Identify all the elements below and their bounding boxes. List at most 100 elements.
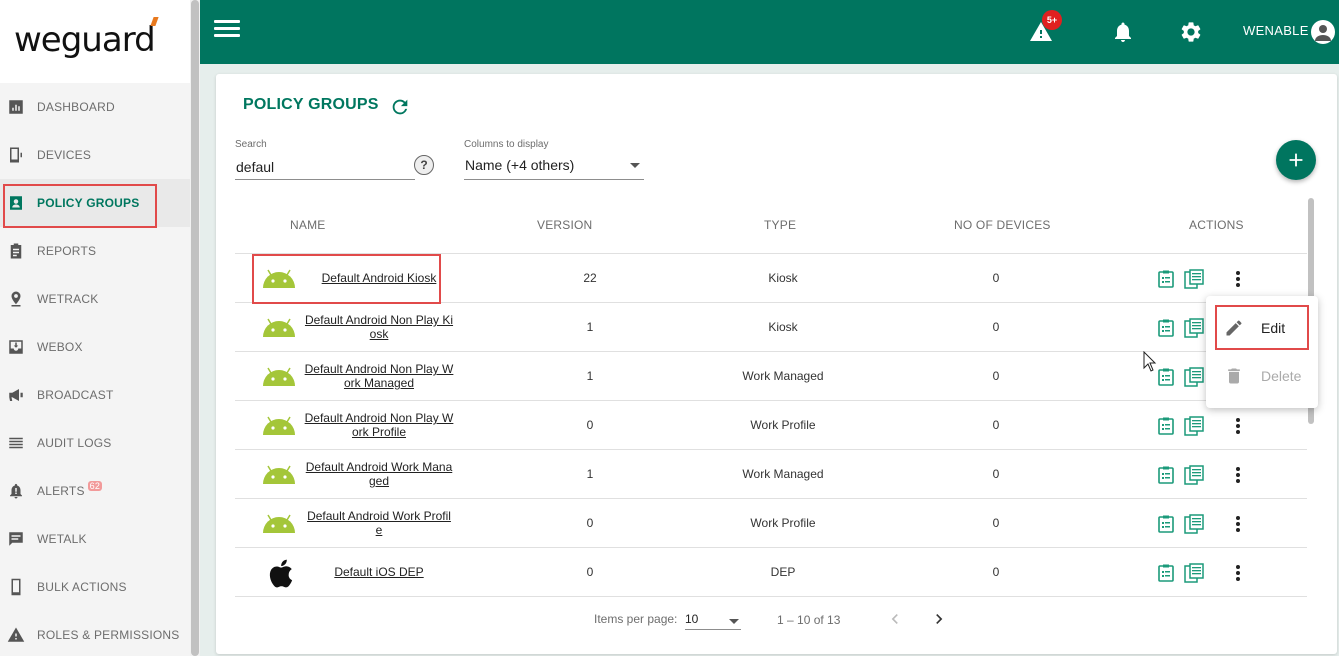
version-cell: 0 [586,565,594,579]
copy-documents-icon[interactable] [1184,465,1204,485]
phone-icon [6,577,26,597]
policy-name-link[interactable]: Default Android Non Play Work Profile [304,401,454,449]
sidebar-item-label: WEBOX [37,340,83,354]
sidebar-item-wetrack[interactable]: WETRACK [0,275,190,323]
location-pin-icon [6,289,26,309]
user-name[interactable]: WENABLE [1243,23,1309,38]
more-vertical-icon[interactable] [1229,270,1247,288]
policy-name-link[interactable]: Default Android Non Play Work Managed [304,352,454,400]
sidebar-item-broadcast[interactable]: BROADCAST [0,371,190,419]
more-vertical-icon[interactable] [1229,417,1247,435]
clipboard-list-icon[interactable] [1158,466,1174,484]
devices-icon [6,145,26,165]
sidebar-item-label: DEVICES [37,148,92,162]
version-cell: 22 [583,271,597,285]
copy-documents-icon[interactable] [1184,563,1204,583]
clipboard-list-icon[interactable] [1158,564,1174,582]
type-cell: Work Managed [742,369,824,383]
copy-documents-icon[interactable] [1184,318,1204,338]
type-cell: DEP [770,565,796,579]
items-per-page-select[interactable]: 10 [685,608,741,630]
policy-name-link[interactable]: Default Android Work Managed [304,450,454,498]
user-avatar-icon[interactable] [1311,20,1335,44]
delete-label: Delete [1261,368,1302,384]
sidebar-item-label: WETALK [37,532,87,546]
alerts-count-badge: 5+ [1042,10,1062,30]
clipboard-list-icon[interactable] [1158,417,1174,435]
page-range: 1 – 10 of 13 [777,613,841,627]
table-row[interactable]: Default Android Work Profile 0 Work Profil… [235,499,1307,548]
more-vertical-icon[interactable] [1229,515,1247,533]
header-version[interactable]: VERSION [537,218,592,232]
sidebar-item-wetalk[interactable]: WETALK [0,515,190,563]
sidebar-item-label: ROLES & PERMISSIONS [37,628,180,642]
more-vertical-icon[interactable] [1229,466,1247,484]
clipboard-list-icon[interactable] [1158,368,1174,386]
table-row[interactable]: Default Android Non Play Work Profile 0 Wo… [235,401,1307,450]
devices-count-cell: 0 [992,418,1000,432]
inbox-download-icon [6,337,26,357]
help-icon[interactable]: ? [414,155,434,175]
version-cell: 0 [586,516,594,530]
highlight-box-edit [1215,305,1309,350]
sidebar-item-devices[interactable]: DEVICES [0,131,190,179]
header-devices[interactable]: NO OF DEVICES [954,218,1051,232]
dashboard-icon [6,97,26,117]
clipboard-list-icon[interactable] [1158,319,1174,337]
sidebar-item-alerts[interactable]: ALERTS 62 [0,467,190,515]
sidebar-item-webox[interactable]: WEBOX [0,323,190,371]
policy-name-link[interactable]: Default iOS DEP [304,548,454,596]
clipboard-list-icon[interactable] [1158,270,1174,288]
policy-name-link[interactable]: Default Android Non Play Kiosk [304,303,454,351]
previous-page-icon[interactable] [885,609,905,629]
hamburger-menu-button[interactable] [214,20,240,44]
android-icon [261,415,297,435]
sidebar-item-bulk-actions[interactable]: BULK ACTIONS [0,563,190,611]
chat-icon [6,529,26,549]
sidebar-item-reports[interactable]: REPORTS [0,227,190,275]
bell-icon[interactable] [1111,20,1135,44]
settings-gear-icon[interactable] [1179,20,1203,44]
table-row[interactable]: Default iOS DEP 0 DEP 0 [235,548,1307,597]
table-row[interactable]: Default Android Non Play Kiosk 1 Kiosk 0 [235,303,1307,352]
top-bar: 5+ WENABLE [200,0,1339,64]
clipboard-list-icon[interactable] [1158,515,1174,533]
sidebar-item-label: AUDIT LOGS [37,436,112,450]
copy-documents-icon[interactable] [1184,514,1204,534]
type-cell: Work Profile [750,516,816,530]
sidebar-scrollbar[interactable] [190,0,200,656]
copy-documents-icon[interactable] [1184,367,1204,387]
android-icon [261,513,297,533]
copy-documents-icon[interactable] [1184,416,1204,436]
columns-select[interactable]: Name (+4 others) [464,154,644,180]
chevron-down-icon [630,163,640,168]
copy-documents-icon[interactable] [1184,269,1204,289]
policy-name-link[interactable]: Default Android Work Profile [304,499,454,547]
delete-menu-item[interactable]: Delete [1206,352,1318,400]
columns-select-value: Name (+4 others) [465,157,575,173]
version-cell: 1 [586,467,594,481]
columns-select-label: Columns to display [464,139,549,150]
items-per-page-value: 10 [685,612,699,626]
warning-icon [6,625,26,645]
type-cell: Kiosk [768,320,798,334]
table-body: Default Android Kiosk 22 Kiosk 0 Default And… [235,254,1307,597]
sidebar: weguard DASHBOARD DEVICES POLICY GROUPS REP… [0,0,190,656]
highlight-box-row-name [252,254,441,304]
add-policy-group-button[interactable] [1276,140,1316,180]
weguard-logo: weguard [14,17,159,60]
header-type[interactable]: TYPE [764,218,796,232]
type-cell: Work Managed [742,467,824,481]
more-vertical-icon[interactable] [1229,564,1247,582]
next-page-icon[interactable] [929,609,949,629]
header-name[interactable]: NAME [290,218,325,232]
sidebar-item-roles-permissions[interactable]: ROLES & PERMISSIONS [0,611,190,656]
chevron-down-icon [729,619,739,624]
table-row[interactable]: Default Android Work Managed 1 Work Manage… [235,450,1307,499]
policy-groups-card: POLICY GROUPS Search ? Columns to displa… [216,74,1337,654]
alerts-count-badge: 62 [87,481,103,491]
sidebar-item-audit-logs[interactable]: AUDIT LOGS [0,419,190,467]
search-input[interactable] [235,154,415,180]
refresh-icon[interactable] [389,96,411,118]
sidebar-item-dashboard[interactable]: DASHBOARD [0,83,190,131]
